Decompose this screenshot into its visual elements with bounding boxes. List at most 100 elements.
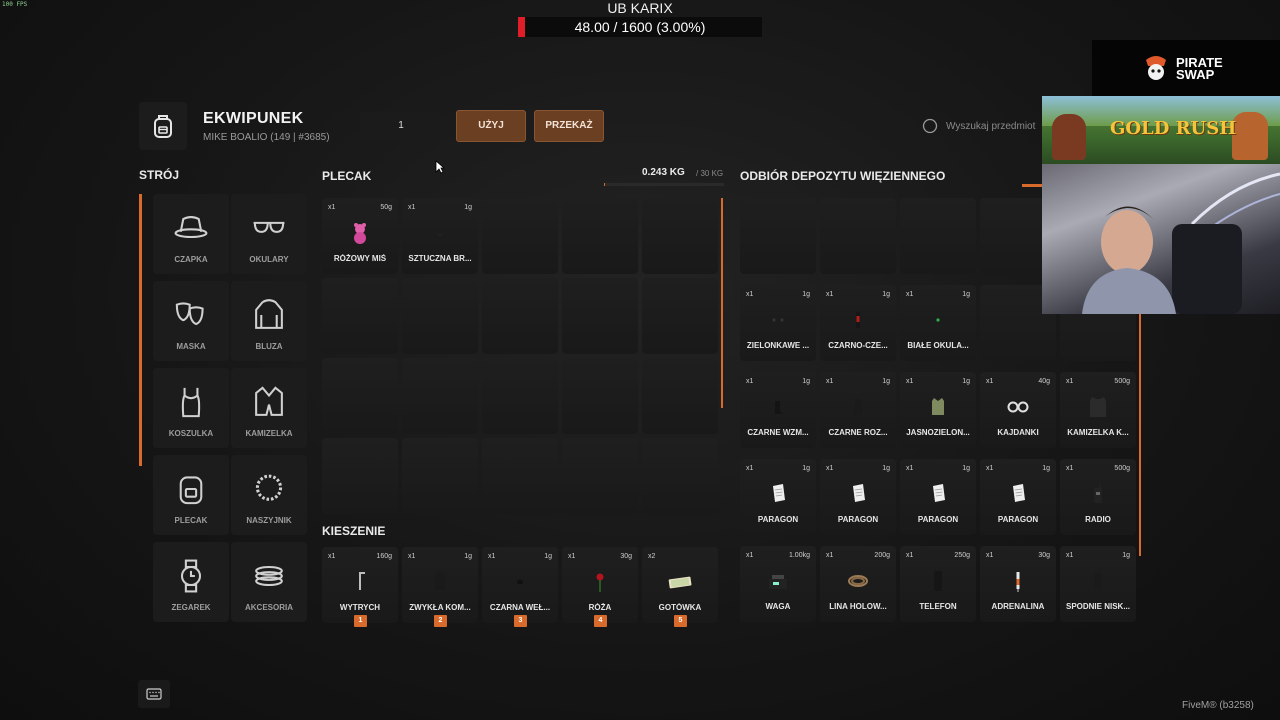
item-label: BIAŁE OKULA... — [907, 341, 969, 350]
outfit-slot[interactable]: CZAPKA — [153, 194, 229, 274]
outfit-slot[interactable]: PLECAK — [153, 455, 229, 535]
item-count: x1 — [986, 378, 994, 385]
empty-slot[interactable] — [402, 358, 478, 434]
empty-slot[interactable] — [642, 358, 718, 434]
client-version: FiveM® (b3258) — [1182, 700, 1254, 711]
outfit-slot-label: KAMIZELKA — [245, 429, 293, 438]
inventory-item[interactable]: x1 50g RÓŻOWY MIŚ — [322, 198, 398, 274]
outfit-slot[interactable]: OKULARY — [231, 194, 307, 274]
item-count: x1 — [1066, 465, 1074, 472]
backpack-weight: 0.243 KG — [642, 167, 685, 178]
search-icon — [922, 118, 938, 134]
outfit-slot-label: CZAPKA — [174, 255, 208, 264]
empty-slot[interactable] — [482, 278, 558, 354]
empty-slot[interactable] — [740, 198, 816, 274]
glasses-icon — [924, 306, 952, 334]
use-button[interactable]: UŻYJ — [456, 110, 526, 142]
outfit-slot[interactable]: KOSZULKA — [153, 368, 229, 448]
inventory-item[interactable]: x1 1g CZARNE WZM... — [740, 372, 816, 448]
rose-icon — [586, 568, 614, 596]
empty-slot[interactable] — [562, 198, 638, 274]
inventory-item[interactable]: x1 1g SPODNIE NISK... — [1060, 546, 1136, 622]
outfit-title: STRÓJ — [139, 168, 180, 182]
item-count: x2 — [648, 553, 656, 560]
inventory-item[interactable]: x1 500g KAMIZELKA K... — [1060, 372, 1136, 448]
inventory-item[interactable]: x1 1g BIAŁE OKULA... — [900, 285, 976, 361]
empty-slot[interactable] — [482, 198, 558, 274]
empty-slot[interactable] — [482, 358, 558, 434]
inventory-item[interactable]: x1 1.00kg WAGA — [740, 546, 816, 622]
inventory-item[interactable]: x1 40g KAJDANKI — [980, 372, 1056, 448]
inventory-item[interactable]: x1 1g ZIELONKAWE ... — [740, 285, 816, 361]
inventory-item[interactable]: x1 1g CZARNA WEŁ... 3 — [482, 547, 558, 627]
item-count: x1 — [826, 378, 834, 385]
inventory-item[interactable]: x1 500g RADIO — [1060, 459, 1136, 535]
hotkey-badge: 3 — [514, 615, 527, 627]
inventory-item[interactable]: x1 1g CZARNE ROZ... — [820, 372, 896, 448]
inventory-item[interactable]: x1 1g PARAGON — [900, 459, 976, 535]
empty-slot[interactable] — [322, 358, 398, 434]
outfit-slot[interactable]: BLUZA — [231, 281, 307, 361]
inventory-item[interactable]: x1 250g TELEFON — [900, 546, 976, 622]
inventory-item[interactable]: x1 160g WYTRYCH 1 — [322, 547, 398, 627]
empty-slot[interactable] — [562, 278, 638, 354]
item-count: x1 — [746, 291, 754, 298]
inventory-item[interactable]: x1 1g PARAGON — [820, 459, 896, 535]
item-count: x1 — [1066, 552, 1074, 559]
boss-health-bar: 48.00 / 1600 (3.00%) — [518, 17, 762, 37]
keyboard-icon[interactable] — [138, 680, 170, 708]
receipt-icon — [844, 480, 872, 508]
empty-slot[interactable] — [642, 438, 718, 514]
boots-icon — [764, 393, 792, 421]
deposit-scrollbar[interactable] — [1139, 314, 1141, 556]
item-count: x1 — [906, 291, 914, 298]
deposit-title: ODBIÓR DEPOZYTU WIĘZIENNEGO — [740, 169, 946, 183]
item-weight: 1g — [802, 465, 810, 472]
empty-slot[interactable] — [402, 278, 478, 354]
empty-slot[interactable] — [562, 358, 638, 434]
empty-slot[interactable] — [482, 438, 558, 514]
outfit-slot[interactable]: AKCESORIA — [231, 542, 307, 622]
inventory-item[interactable]: x2 GOTÓWKA 5 — [642, 547, 718, 627]
inventory-item[interactable]: x1 200g LINA HOLOW... — [820, 546, 896, 622]
inventory-item[interactable]: x1 1g PARAGON — [740, 459, 816, 535]
inventory-item[interactable]: x1 1g ZWYKŁA KOM... 2 — [402, 547, 478, 627]
empty-slot[interactable] — [820, 198, 896, 274]
empty-slot[interactable] — [562, 438, 638, 514]
outfit-slot[interactable]: MASKA — [153, 281, 229, 361]
quantity-input[interactable]: 1 — [360, 112, 442, 140]
mouse-cursor-icon — [435, 160, 445, 174]
outfit-scrollbar[interactable] — [139, 194, 142, 466]
outfit-slot[interactable]: ZEGAREK — [153, 542, 229, 622]
inventory-item[interactable]: x1 1g PARAGON — [980, 459, 1056, 535]
empty-slot[interactable] — [642, 278, 718, 354]
search-input[interactable]: Wyszukaj przedmiot — [922, 114, 1047, 138]
empty-slot[interactable] — [402, 438, 478, 514]
webcam-feed — [1042, 164, 1280, 314]
empty-slot[interactable] — [900, 198, 976, 274]
outfit-slot[interactable]: NASZYJNIK — [231, 455, 307, 535]
backpack-scrollbar[interactable] — [721, 198, 723, 408]
outfit-slot[interactable]: KAMIZELKA — [231, 368, 307, 448]
pockets-title: KIESZENIE — [322, 524, 386, 538]
item-label: ZWYKŁA KOM... — [409, 603, 471, 612]
inventory-item[interactable]: x1 1g CZARNO-CZE... — [820, 285, 896, 361]
item-count: x1 — [986, 465, 994, 472]
hat-icon — [173, 210, 209, 246]
give-button[interactable]: PRZEKAŻ — [534, 110, 604, 142]
inventory-item[interactable]: x1 1g JASNOZIELON... — [900, 372, 976, 448]
empty-slot[interactable] — [322, 438, 398, 514]
search-placeholder: Wyszukaj przedmiot — [946, 120, 1036, 132]
receipt-icon — [924, 480, 952, 508]
tank-top-icon — [173, 384, 209, 420]
mask-icon — [173, 297, 209, 333]
inventory-item[interactable]: x1 1g SZTUCZNA BR... — [402, 198, 478, 274]
item-weight: 30g — [1038, 552, 1050, 559]
inventory-item[interactable]: x1 30g ADRENALINA — [980, 546, 1056, 622]
item-label: PARAGON — [757, 515, 799, 524]
boss-health-text: 48.00 / 1600 (3.00%) — [574, 19, 706, 35]
empty-slot[interactable] — [322, 278, 398, 354]
empty-slot[interactable] — [642, 198, 718, 274]
inventory-item[interactable]: x1 30g RÓŻA 4 — [562, 547, 638, 627]
vest-icon — [924, 393, 952, 421]
